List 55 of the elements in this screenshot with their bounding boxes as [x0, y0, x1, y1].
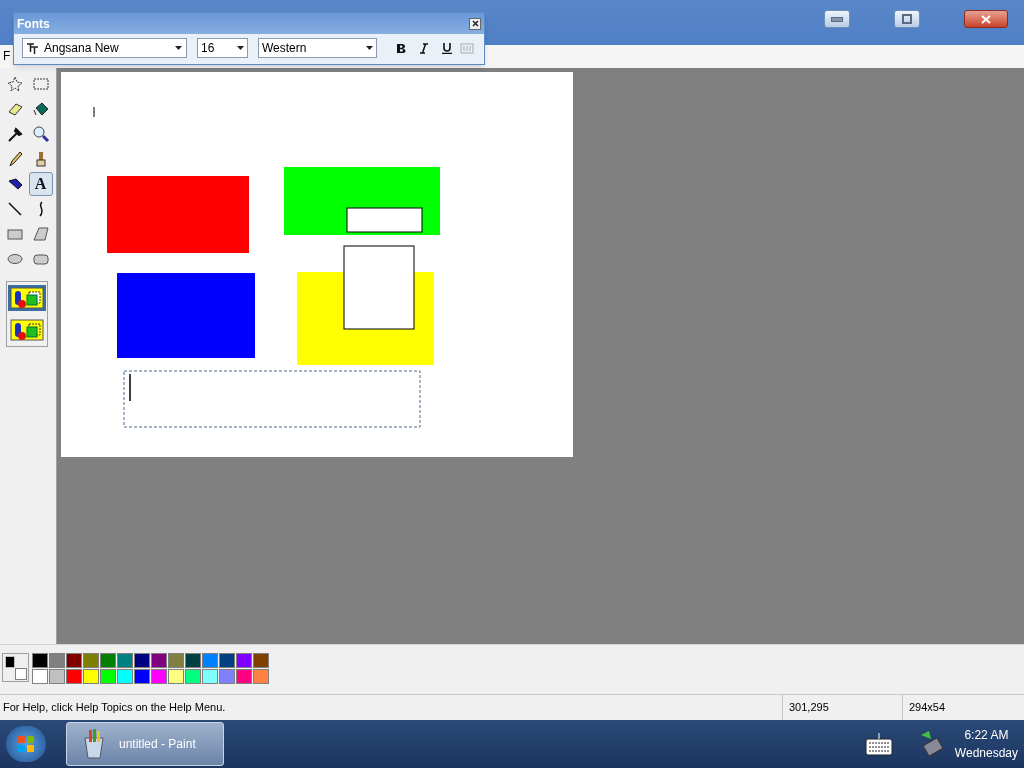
- foreground-color-swatch[interactable]: [5, 656, 15, 668]
- color-swatch[interactable]: [185, 669, 201, 684]
- text-cursor: [93, 106, 95, 118]
- color-swatch[interactable]: [32, 669, 48, 684]
- menu-item[interactable]: F: [3, 47, 11, 65]
- start-button[interactable]: [6, 726, 46, 762]
- close-button[interactable]: [469, 17, 481, 30]
- transparent-option-icon[interactable]: [8, 317, 46, 343]
- toolbar-title: Fonts: [17, 15, 50, 33]
- size-dropdown[interactable]: 16: [197, 38, 248, 58]
- color-swatch[interactable]: [66, 653, 82, 668]
- color-swatch[interactable]: [66, 669, 82, 684]
- script-dropdown[interactable]: Western: [258, 38, 377, 58]
- color-swatch[interactable]: [202, 669, 218, 684]
- color-swatch[interactable]: [83, 653, 99, 668]
- clock-time[interactable]: 6:22 AM: [964, 726, 1009, 744]
- color-swatch[interactable]: [151, 653, 167, 668]
- color-swatch[interactable]: [100, 653, 116, 668]
- close-icon: [981, 14, 991, 24]
- color-swatch[interactable]: [253, 669, 269, 684]
- truetype-icon: [27, 42, 39, 54]
- color-swatch[interactable]: [32, 653, 48, 668]
- color-swatch[interactable]: [134, 669, 150, 684]
- minimize-button[interactable]: [824, 10, 850, 28]
- color-swatch[interactable]: [117, 653, 133, 668]
- restore-button[interactable]: [894, 10, 920, 28]
- windows-logo-icon: [17, 735, 35, 753]
- color-swatch[interactable]: [185, 653, 201, 668]
- color-swatch[interactable]: [117, 669, 133, 684]
- current-colors[interactable]: [2, 653, 29, 682]
- color-swatch[interactable]: [168, 653, 184, 668]
- close-icon: [471, 20, 479, 27]
- text-cursor: [129, 373, 131, 402]
- help-text: For Help, click Help Topics on the Help Menu.: [2, 700, 227, 716]
- color-swatch[interactable]: [219, 653, 235, 668]
- color-swatch[interactable]: [168, 669, 184, 684]
- close-button[interactable]: [964, 10, 1008, 28]
- paint-brushes-icon: [81, 728, 107, 760]
- color-swatch[interactable]: [236, 653, 252, 668]
- color-swatch[interactable]: [236, 669, 252, 684]
- opaque-option-icon[interactable]: [8, 285, 46, 311]
- color-swatch[interactable]: [49, 653, 65, 668]
- color-swatch[interactable]: [219, 669, 235, 684]
- font-dropdown[interactable]: Angsana New: [22, 38, 187, 58]
- text-icon[interactable]: A: [28, 172, 53, 196]
- color-swatch[interactable]: [83, 669, 99, 684]
- color-swatch[interactable]: [202, 653, 218, 668]
- clock-day[interactable]: Wednesday: [954, 744, 1018, 762]
- color-swatch[interactable]: [100, 669, 116, 684]
- color-swatch[interactable]: [49, 669, 65, 684]
- background-color-swatch[interactable]: [15, 668, 27, 680]
- color-swatch[interactable]: [253, 653, 269, 668]
- keyboard-icon[interactable]: [864, 731, 893, 757]
- color-swatch[interactable]: [134, 653, 150, 668]
- color-swatch[interactable]: [151, 669, 167, 684]
